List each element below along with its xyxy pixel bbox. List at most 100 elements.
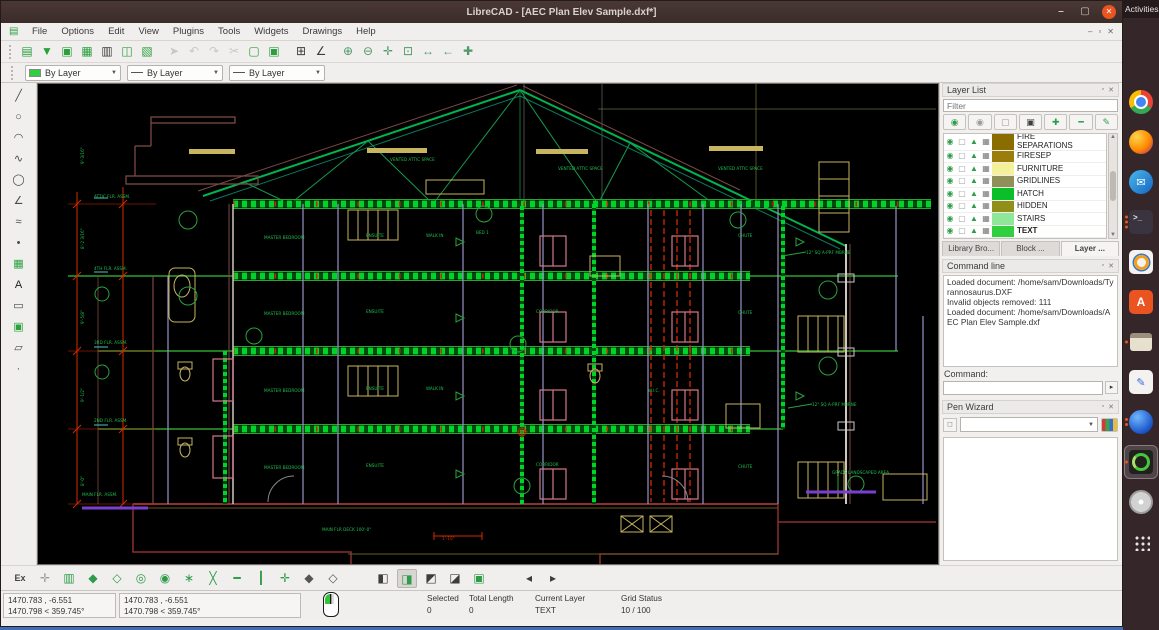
menu-edit[interactable]: Edit [101,24,131,39]
lock-relative-zero-button[interactable]: ◇ [323,569,343,588]
open-drawing-button[interactable]: ▼ [38,43,56,61]
restrict-nothing-button[interactable]: ✛ [275,569,295,588]
titlebar[interactable]: LibreCAD - [AEC Plan Elev Sample.dxf*] –… [1,1,1122,23]
mdi-close-button[interactable]: ✕ [1107,27,1114,36]
pen-linetype-combo[interactable]: By Layer ▼ [229,65,325,81]
layer-row-hatch[interactable]: ◉▢▲▦HATCH [944,188,1106,201]
zoom-auto-button[interactable]: ✛ [379,43,397,61]
hatch-tool-button[interactable]: ▦ [9,255,29,275]
layer-list-scrollbar[interactable]: ▲ ▼ [1108,133,1118,239]
layer-construction-icon[interactable]: ▲ [968,151,980,161]
copy-button[interactable]: ▢ [245,43,263,61]
print-button[interactable]: ▥ [98,43,116,61]
command-line-header[interactable]: Command line ▫ ✕ [942,259,1119,273]
close-button[interactable]: ✕ [1102,5,1116,19]
layer-lock-icon[interactable]: ▢ [956,151,968,161]
pw-pen-combo[interactable]: ▼ [960,417,1098,432]
save-as-button[interactable]: ▦ [78,43,96,61]
modify-layer-button[interactable]: ✎ [1095,114,1118,130]
pen-color-combo[interactable]: By Layer ▼ [25,65,121,81]
layer-row-fire-separations[interactable]: ◉▢▲▦FIRE SEPARATIONS [944,134,1106,151]
layer-row-stairs[interactable]: ◉▢▲▦STAIRS [944,213,1106,226]
menu-file[interactable]: File [25,24,54,39]
set-relative-zero-button[interactable]: ◆ [299,569,319,588]
mdi-minimize-button[interactable]: – [1088,27,1092,36]
image-tool-button[interactable]: ▣ [9,318,29,338]
pen-width-combo[interactable]: By Layer ▼ [127,65,223,81]
layer-print-icon[interactable]: ▦ [980,201,992,211]
menu-tools[interactable]: Tools [211,24,247,39]
line-tool-button[interactable]: ╱ [9,87,29,107]
print-preview-button[interactable]: ◫ [118,43,136,61]
layer-construction-icon[interactable]: ▲ [968,137,980,147]
dock-item-app-grid[interactable] [1125,526,1157,558]
layer-visible-icon[interactable]: ◉ [944,214,956,224]
layer-print-icon[interactable]: ▦ [980,214,992,224]
undock-icon[interactable]: ▫ [1102,262,1104,270]
snap-intersection-button[interactable]: ╳ [203,569,223,588]
dock-item-ubuntu-software[interactable] [1125,286,1157,318]
snap-center-button[interactable]: ◎ [131,569,151,588]
layer-visible-icon[interactable]: ◉ [944,189,956,199]
tab-layer[interactable]: Layer ... [1061,241,1119,256]
layer-row-hidden[interactable]: ◉▢▲▦HIDDEN [944,201,1106,214]
freehand-tool-button[interactable]: ≈ [9,213,29,233]
menu-widgets[interactable]: Widgets [247,24,295,39]
layer-filter-input[interactable] [943,99,1118,112]
zoom-pan-button[interactable]: ↔ [419,43,437,61]
restrict-vertical-button[interactable]: ┃ [251,569,271,588]
command-options-button[interactable]: ▸ [1105,381,1118,394]
close-icon[interactable]: ✕ [1108,403,1114,411]
dock-item-text-editor[interactable] [1125,366,1157,398]
menu-plugins[interactable]: Plugins [166,24,211,39]
point-tool-button[interactable]: • [9,234,29,254]
menu-drawings[interactable]: Drawings [296,24,350,39]
layer-visible-icon[interactable]: ◉ [944,137,956,147]
layer-row-firesep[interactable]: ◉▢▲▦FIRESEP [944,151,1106,164]
undock-icon[interactable]: ▫ [1102,403,1104,411]
layer-lock-icon[interactable]: ▢ [956,201,968,211]
layer-visible-icon[interactable]: ◉ [944,176,956,186]
restrict-horizontal-button[interactable]: ━ [227,569,247,588]
redraw-button[interactable]: ✚ [459,43,477,61]
toggle-right-dock-button[interactable]: ▸ [543,569,563,588]
layer-print-icon[interactable]: ▦ [980,226,992,236]
show-all-layers-button[interactable]: ◉ [943,114,966,130]
minimize-button[interactable]: – [1054,5,1068,19]
ellipse-tool-button[interactable]: ◯ [9,171,29,191]
export-pdf-button[interactable]: ▧ [138,43,156,61]
menu-view[interactable]: View [131,24,165,39]
command-input[interactable] [943,381,1103,395]
layer-row-furniture[interactable]: ◉▢▲▦FURNITURE [944,163,1106,176]
layer-visible-icon[interactable]: ◉ [944,201,956,211]
drawing-canvas[interactable]: 9'-3/16"8'-2 3/16"9'-5/8"9'-1/2"8'-0"ATT… [37,83,939,565]
spline-tool-button[interactable]: ∿ [9,150,29,170]
lock-all-layers-button[interactable]: ▣ [1019,114,1042,130]
layer-construction-icon[interactable]: ▲ [968,176,980,186]
dock-item-firefox[interactable] [1125,126,1157,158]
snap-middle-button[interactable]: ◉ [155,569,175,588]
layer-print-icon[interactable]: ▦ [980,164,992,174]
tab-block[interactable]: Block ... [1001,241,1059,256]
dock-item-photos[interactable] [1125,246,1157,278]
scroll-up-icon[interactable]: ▲ [1110,134,1116,140]
layer-lock-icon[interactable]: ▢ [956,137,968,147]
dock-area-top-button[interactable]: ◩ [421,569,441,588]
layer-lock-icon[interactable]: ▢ [956,214,968,224]
layer-print-icon[interactable]: ▦ [980,137,992,147]
layer-list-header[interactable]: Layer List ▫ ✕ [942,83,1119,97]
unlock-all-layers-button[interactable]: ▢ [994,114,1017,130]
tab-librarybro[interactable]: Library Bro... [942,241,1000,256]
dock-area-bottom-button[interactable]: ◪ [445,569,465,588]
snap-grid-button[interactable]: ▥ [59,569,79,588]
snap-on-entity-button[interactable]: ◇ [107,569,127,588]
close-icon[interactable]: ✕ [1108,86,1114,94]
toolbar-handle[interactable] [11,66,15,80]
dock-item-terminal[interactable] [1125,206,1157,238]
isometric-grid-button[interactable]: ∠ [312,43,330,61]
activities-button[interactable]: Activities [1123,0,1159,18]
layer-lock-icon[interactable]: ▢ [956,164,968,174]
dock-item-globe[interactable] [1125,406,1157,438]
snap-endpoint-button[interactable]: ◆ [83,569,103,588]
layer-lock-icon[interactable]: ▢ [956,176,968,186]
